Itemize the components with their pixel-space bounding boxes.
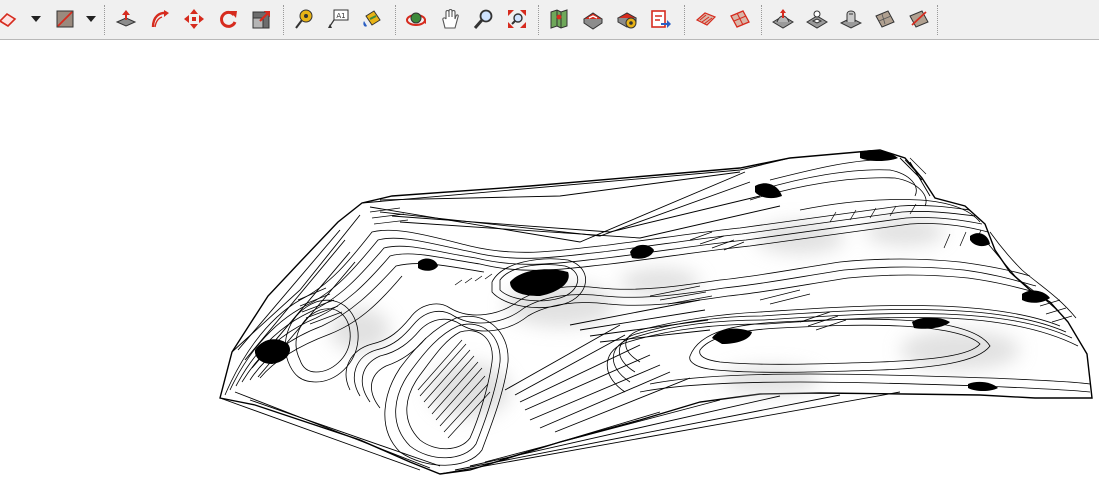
paint-bucket-tool-button[interactable] <box>360 6 384 32</box>
rotate-icon <box>220 10 237 28</box>
drape-icon <box>840 10 862 29</box>
svg-text:A1: A1 <box>336 12 345 20</box>
add-detail-icon <box>875 10 895 28</box>
sandbox-from-contours-button[interactable] <box>694 6 718 32</box>
toolbar-separator <box>937 5 938 35</box>
toolbar-separator <box>283 5 284 35</box>
zoom-extents-button[interactable] <box>505 6 529 32</box>
tape-measure-icon <box>295 9 313 29</box>
zoom-extents-icon <box>508 10 526 28</box>
drape-button[interactable] <box>839 6 863 32</box>
toolbar-separator <box>395 5 396 35</box>
eraser-tool-button[interactable] <box>0 6 20 32</box>
follow-me-tool-button[interactable] <box>148 6 172 32</box>
orbit-tool-button[interactable] <box>404 6 428 32</box>
flip-edge-icon <box>909 10 929 28</box>
dropdown-arrow-icon <box>31 16 41 22</box>
move-icon <box>184 9 204 29</box>
extension-icon <box>616 12 638 29</box>
shapes-dropdown[interactable] <box>30 12 42 26</box>
push-pull-tool-button[interactable] <box>114 6 138 32</box>
scale-tool-button[interactable] <box>250 6 274 32</box>
text-icon: A1 <box>328 9 349 28</box>
extension-warehouse-button[interactable] <box>615 6 639 32</box>
add-location-button[interactable] <box>547 6 571 32</box>
rectangle-icon <box>56 10 74 28</box>
rectangle-dropdown[interactable] <box>85 12 97 26</box>
flip-edge-button[interactable] <box>907 6 931 32</box>
scale-icon <box>252 11 270 29</box>
smoove-button[interactable] <box>771 6 795 32</box>
dropdown-arrow-icon <box>86 16 96 22</box>
rotate-tool-button[interactable] <box>216 6 240 32</box>
smoove-icon <box>772 9 794 29</box>
toolbar-separator <box>684 5 685 35</box>
sandbox-from-scratch-button[interactable] <box>728 6 752 32</box>
tape-measure-tool-button[interactable] <box>292 6 316 32</box>
add-location-icon <box>550 9 568 29</box>
rectangle-tool-button[interactable] <box>53 6 77 32</box>
push-pull-icon <box>115 10 137 27</box>
zoom-tool-button[interactable] <box>472 6 496 32</box>
toolbar-separator <box>761 5 762 35</box>
text-tool-button[interactable]: A1 <box>326 6 350 32</box>
toolbar-separator <box>538 5 539 35</box>
stamp-icon <box>806 10 828 29</box>
main-toolbar: A1 <box>0 0 1099 40</box>
pan-hand-icon <box>442 8 459 29</box>
move-tool-button[interactable] <box>182 6 206 32</box>
warehouse-icon <box>583 12 603 30</box>
eraser-icon <box>0 12 17 28</box>
add-detail-button[interactable] <box>873 6 897 32</box>
3d-warehouse-button[interactable] <box>581 6 605 32</box>
from-contours-icon <box>695 12 717 26</box>
follow-me-icon <box>151 10 169 28</box>
share-model-icon <box>651 10 671 28</box>
toolbar-separator <box>104 5 105 35</box>
from-scratch-icon <box>730 10 750 28</box>
stamp-button[interactable] <box>805 6 829 32</box>
orbit-icon <box>406 12 426 26</box>
zoom-icon <box>473 9 493 29</box>
share-model-button[interactable] <box>649 6 673 32</box>
paint-bucket-icon <box>363 10 381 27</box>
pan-tool-button[interactable] <box>438 6 462 32</box>
model-viewport[interactable] <box>0 41 1099 503</box>
terrain-mesh-model <box>219 149 1093 475</box>
